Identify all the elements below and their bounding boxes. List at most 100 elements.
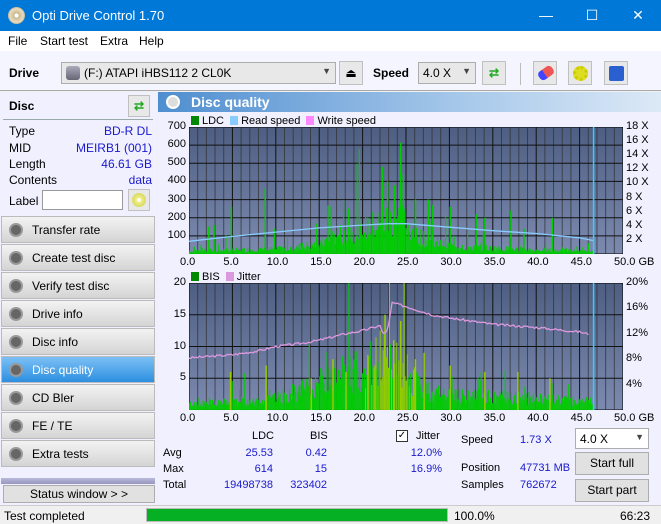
ldc-bar [325, 237, 327, 254]
disc-mid-row: MID MEIRB1 (001) [9, 141, 152, 157]
y-tick-right: 16 X [626, 134, 649, 147]
bis-bar [475, 398, 477, 410]
ldc-bar [252, 250, 254, 254]
x-tick: 35.0 [483, 256, 506, 268]
start-full-button[interactable]: Start full [575, 452, 649, 475]
bis-bar [202, 400, 204, 410]
disc-nav-icon [9, 419, 23, 433]
refresh-button[interactable]: ⇄ [482, 61, 506, 85]
bis-bar [282, 388, 284, 410]
menu-help[interactable]: Help [139, 34, 164, 48]
y-tick-left: 500 [167, 156, 186, 169]
disc-label-button[interactable] [128, 189, 150, 211]
disc-label-input[interactable] [42, 190, 123, 210]
close-button[interactable]: ✕ [615, 0, 661, 31]
ldc-bar [550, 251, 552, 254]
bis-bar [470, 396, 472, 410]
bis-bar [300, 396, 302, 410]
bis-bar [528, 391, 530, 410]
x-tick: 10.0 [266, 256, 289, 268]
y-tick-right: 8 X [626, 190, 643, 203]
nav-cd-bler[interactable]: CD Bler [1, 384, 155, 411]
ldc-bar [225, 235, 227, 254]
ldc-bar [266, 250, 268, 254]
eject-button[interactable]: ⏏ [339, 61, 363, 85]
x-tick: 25.0 [397, 412, 419, 424]
ldc-bar [408, 231, 410, 254]
bis-bar [237, 401, 239, 410]
bis-bar [457, 399, 459, 410]
bis-bar [312, 394, 314, 410]
ldc-bar [388, 213, 391, 254]
avg-jitter: 12.0% [410, 447, 442, 459]
y-tick-left: 20 [173, 276, 186, 288]
bis-bar [580, 401, 582, 410]
bis-bar [502, 390, 504, 410]
bis-bar [285, 394, 287, 410]
bis-bar [325, 393, 327, 410]
start-part-button[interactable]: Start part [575, 479, 649, 502]
read-speed-swatch [230, 116, 239, 125]
jitter-label: Jitter [416, 430, 440, 442]
bis-bar [198, 398, 200, 410]
ldc-bar [573, 248, 575, 254]
bis-bar [228, 404, 230, 410]
drive-value: (F:) ATAPI iHBS112 2 CL0K [84, 66, 232, 80]
bis-bar [284, 401, 286, 410]
nav-disc-info[interactable]: Disc info [1, 328, 155, 355]
nav-fe-te[interactable]: FE / TE [1, 412, 155, 439]
bis-bar [254, 401, 256, 410]
ldc-bar [351, 241, 353, 254]
minimize-button[interactable]: — [523, 0, 569, 31]
erase-button[interactable] [533, 61, 557, 85]
drive-select[interactable]: (F:) ATAPI iHBS112 2 CL0K ▼ [61, 62, 336, 84]
ldc-bar [397, 216, 399, 254]
ldc-bar [327, 205, 329, 254]
status-window-button[interactable]: Status window > > [3, 485, 155, 503]
floppy-save-icon [609, 66, 624, 81]
y-tick-left: 200 [167, 210, 186, 223]
maximize-button[interactable]: ☐ [569, 0, 615, 31]
nav-create-test-disc[interactable]: Create test disc [1, 244, 155, 271]
bis-bar [194, 402, 196, 410]
total-bis: 323402 [290, 479, 327, 491]
ldc-swatch [191, 116, 199, 125]
bis-bar [498, 397, 500, 410]
settings-button[interactable] [568, 61, 592, 85]
bis-bar [217, 404, 219, 410]
ldc-bar [234, 250, 236, 254]
nav-disc-quality[interactable]: Disc quality [1, 356, 155, 383]
disc-refresh-button[interactable]: ⇄ [128, 95, 150, 117]
ldc-bar [583, 250, 585, 254]
x-tick: 20.0 [353, 412, 376, 424]
nav-transfer-rate[interactable]: Transfer rate [1, 216, 155, 243]
ldc-bar [298, 247, 300, 254]
ldc-peak-bar [381, 166, 384, 254]
bis-bar [426, 394, 428, 410]
menu-extra[interactable]: Extra [100, 34, 128, 48]
bis-bar [515, 391, 517, 410]
ldc-bar [544, 248, 546, 254]
bis-bar [455, 390, 457, 410]
ldc-bar [471, 247, 473, 254]
speed-select[interactable]: 4.0 X ▼ [418, 62, 476, 84]
ldc-bar [435, 241, 437, 254]
bis-bar [290, 393, 292, 410]
nav-verify-test-disc[interactable]: Verify test disc [1, 272, 155, 299]
bis-bar [201, 406, 203, 410]
bis-bar [379, 330, 381, 410]
nav-extra-tests[interactable]: Extra tests [1, 440, 155, 467]
x-tick: 25.0 [397, 256, 419, 268]
ldc-bar [454, 246, 456, 254]
ldc-bar [361, 234, 363, 254]
test-speed-select[interactable]: 4.0 X ▼ [575, 428, 649, 449]
nav-drive-info[interactable]: Drive info [1, 300, 155, 327]
ldc-bar [220, 250, 222, 254]
menu-start-test[interactable]: Start test [40, 34, 88, 48]
save-button[interactable] [604, 61, 628, 85]
menu-file[interactable]: File [8, 34, 27, 48]
jitter-checkbox[interactable]: ✓ [396, 430, 408, 442]
samples-label: Samples [461, 479, 504, 491]
bis-bar [526, 397, 528, 410]
bis-bar [448, 389, 450, 410]
